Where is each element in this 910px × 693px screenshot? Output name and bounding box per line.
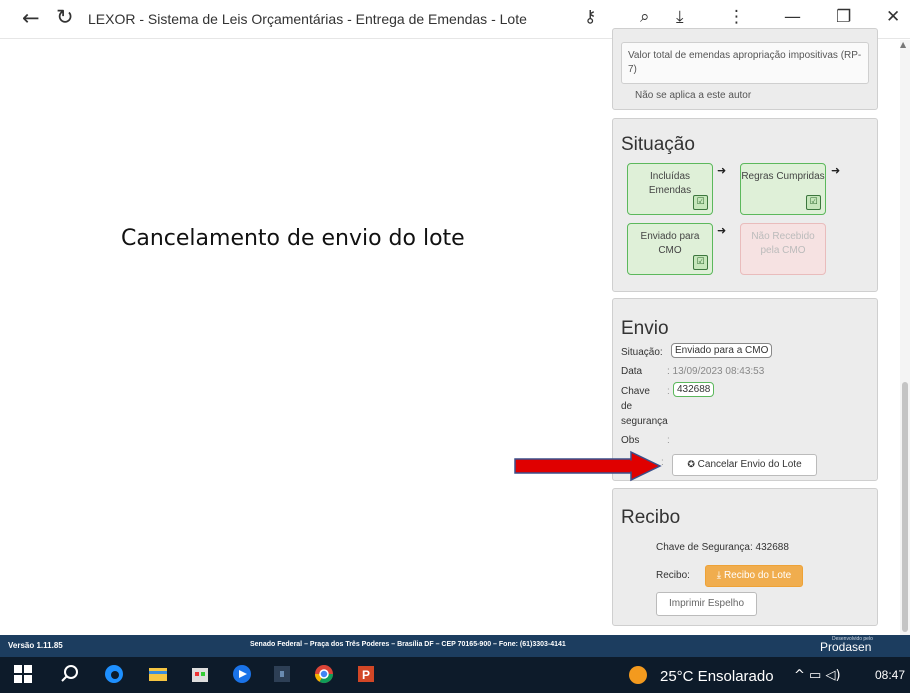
search-icon[interactable] bbox=[60, 664, 80, 684]
situacao-title: Situação bbox=[621, 134, 695, 155]
file-explorer-icon[interactable] bbox=[148, 664, 168, 684]
step-label: Não Recebido pela CMO bbox=[751, 231, 815, 256]
scrollbar-thumb[interactable] bbox=[902, 382, 908, 632]
arrow-right-icon: ➜ bbox=[717, 164, 727, 177]
chave-colon: : bbox=[667, 386, 670, 397]
app-small-icon[interactable] bbox=[272, 664, 292, 684]
step-label: Regras Cumpridas bbox=[741, 171, 825, 182]
windows-start-icon[interactable] bbox=[14, 665, 34, 685]
clock-time[interactable]: 08:47 bbox=[875, 668, 905, 682]
cancel-envio-button[interactable]: ✪ Cancelar Envio do Lote bbox=[672, 454, 817, 476]
check-icon: ☑ bbox=[693, 255, 708, 270]
powerpoint-icon[interactable]: P bbox=[356, 664, 376, 684]
edge-icon[interactable] bbox=[104, 664, 124, 684]
download-icon[interactable]: ⤓ bbox=[676, 7, 684, 27]
prodasen-logo: Prodasen bbox=[820, 640, 872, 654]
check-icon: ☑ bbox=[693, 195, 708, 210]
recibo-do-lote-button[interactable]: ⤓ Recibo do Lote bbox=[705, 565, 803, 587]
cancel-envio-label: Cancelar Envio do Lote bbox=[697, 459, 802, 470]
menu-icon[interactable]: ⋮ bbox=[728, 7, 745, 27]
valor-total-note: Não se aplica a este autor bbox=[635, 90, 752, 101]
page-title: LEXOR - Sistema de Leis Orçamentárias - … bbox=[88, 11, 527, 27]
situacao-badge: Enviado para a CMO bbox=[671, 343, 773, 358]
chave-label-seguranca: segurança bbox=[621, 416, 668, 427]
scroll-up-icon[interactable]: ▲ bbox=[900, 40, 906, 49]
chave-badge: 432688 bbox=[673, 382, 715, 397]
valor-total-field: Valor total de emendas apropriação impos… bbox=[621, 42, 869, 84]
chrome-icon[interactable] bbox=[314, 664, 334, 684]
arrow-right-icon: ➜ bbox=[717, 224, 727, 237]
zoom-icon[interactable]: ⌕ bbox=[640, 7, 650, 27]
step-nao-recebido-cmo: Não Recebido pela CMO bbox=[740, 223, 826, 275]
recibo-title: Recibo bbox=[621, 507, 681, 528]
situacao-label: Situação: bbox=[621, 347, 663, 358]
obs-label: Obs bbox=[621, 435, 640, 446]
key-icon[interactable]: ⚷ bbox=[584, 7, 596, 27]
chave-label: Chave bbox=[621, 386, 650, 397]
step-incluidas-emendas: Incluídas Emendas ☑ bbox=[627, 163, 713, 215]
red-arrow-icon bbox=[514, 450, 662, 482]
close-icon[interactable]: ✕ bbox=[886, 7, 900, 27]
cancel-circle-icon: ✪ bbox=[687, 460, 695, 470]
step-label: Enviado para CMO bbox=[640, 231, 700, 256]
chave-label-de: de bbox=[621, 401, 633, 412]
svg-text:P: P bbox=[362, 668, 370, 682]
windows-taskbar: P 25°C Ensolarado ^ ▭ ◁) 08:47 bbox=[0, 657, 910, 693]
check-icon: ☑ bbox=[806, 195, 821, 210]
system-tray-icons[interactable]: ^ ▭ ◁) bbox=[794, 668, 841, 683]
data-label: Data bbox=[621, 366, 643, 377]
obs-colon: : bbox=[667, 435, 670, 446]
recibo-label: Recibo: bbox=[656, 570, 690, 581]
site-footer: Versão 1.11.85 Senado Federal – Praça do… bbox=[0, 635, 910, 657]
minimize-icon[interactable]: — bbox=[784, 7, 801, 27]
app-blue-icon[interactable] bbox=[232, 664, 252, 684]
store-icon[interactable] bbox=[190, 664, 210, 684]
address-text: Senado Federal – Praça dos Três Poderes … bbox=[250, 641, 566, 648]
arrow-right-icon: ➜ bbox=[831, 164, 841, 177]
recibo-panel: Recibo Chave de Segurança: 432688 Recibo… bbox=[612, 488, 878, 626]
data-value: : 13/09/2023 08:43:53 bbox=[667, 366, 765, 377]
restore-icon[interactable]: ❐ bbox=[836, 7, 851, 27]
step-label: Incluídas Emendas bbox=[648, 171, 692, 196]
weather-text[interactable]: 25°C Ensolarado bbox=[660, 668, 774, 685]
envio-title: Envio bbox=[621, 318, 669, 339]
chave-seguranca-text: Chave de Segurança: 432688 bbox=[656, 542, 789, 553]
step-enviado-cmo: Enviado para CMO ☑ bbox=[627, 223, 713, 275]
version-text: Versão 1.11.85 bbox=[8, 641, 63, 650]
step-regras-cumpridas: Regras Cumpridas ☑ bbox=[740, 163, 826, 215]
annotation-heading: Cancelamento de envio do lote bbox=[121, 226, 465, 251]
imprimir-espelho-button[interactable]: Imprimir Espelho bbox=[656, 592, 757, 616]
valor-total-panel: Valor total de emendas apropriação impos… bbox=[612, 28, 878, 110]
situacao-panel: Situação Incluídas Emendas ☑ ➜ Regras Cu… bbox=[612, 118, 878, 292]
reload-icon[interactable]: ↻ bbox=[56, 5, 74, 29]
weather-sun-icon[interactable] bbox=[628, 665, 648, 685]
back-icon[interactable]: ← bbox=[22, 6, 40, 30]
